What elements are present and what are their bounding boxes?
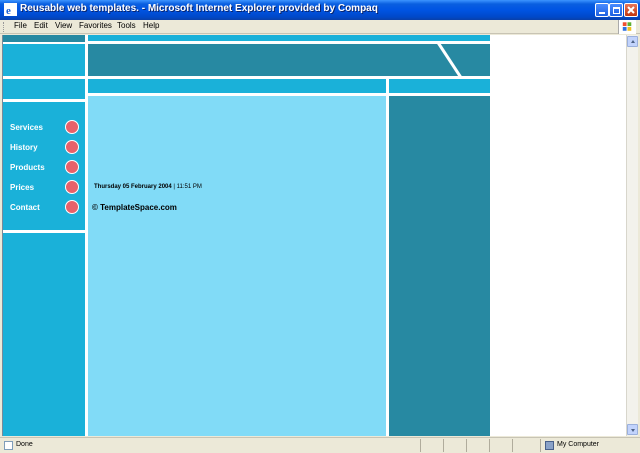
status-bar: Done My Computer — [0, 437, 640, 453]
status-divider — [466, 439, 467, 452]
left-bottom-block — [3, 233, 85, 436]
menu-help[interactable]: Help — [143, 21, 159, 30]
scroll-up-button[interactable] — [627, 36, 638, 47]
nav-services-bullet-icon[interactable] — [65, 120, 79, 134]
nav-products-bullet-icon[interactable] — [65, 160, 79, 174]
menu-grip[interactable] — [3, 22, 6, 32]
status-divider — [512, 439, 513, 452]
browser-window: e Reusable web templates. - Microsoft In… — [0, 0, 640, 453]
left-banner-block — [3, 44, 85, 76]
maximize-icon — [613, 7, 620, 14]
status-divider — [489, 439, 490, 452]
menu-bar: File Edit View Favorites Tools Help — [0, 20, 640, 34]
status-text: Done — [16, 441, 33, 448]
nav-history-bullet-icon[interactable] — [65, 140, 79, 154]
current-date: Thursday 05 February 2004 — [94, 184, 172, 190]
date-separator: | — [173, 184, 175, 190]
vertical-scrollbar[interactable] — [626, 35, 638, 436]
left-strip-block — [3, 79, 85, 99]
arrow-down-icon — [631, 429, 635, 432]
security-zone: My Computer — [557, 441, 600, 448]
status-divider — [540, 439, 541, 452]
status-divider — [420, 439, 421, 452]
subheader-strip — [88, 79, 386, 93]
status-divider — [443, 439, 444, 452]
window-title: Reusable web templates. - Microsoft Inte… — [20, 3, 378, 14]
close-icon — [627, 6, 635, 14]
page-viewport: Services History Products Prices Contact… — [2, 35, 626, 436]
ie-icon: e — [4, 3, 17, 16]
maximize-button[interactable] — [609, 3, 623, 17]
current-time: 11:51 PM — [176, 184, 202, 190]
minimize-button[interactable] — [595, 3, 609, 17]
copyright-text: © TemplateSpace.com — [92, 203, 177, 212]
svg-text:e: e — [6, 5, 11, 16]
title-bar[interactable]: e Reusable web templates. - Microsoft In… — [0, 0, 640, 20]
subheader-right-strip — [389, 79, 490, 93]
nav-contact-bullet-icon[interactable] — [65, 200, 79, 214]
nav-services[interactable]: Services — [10, 123, 43, 132]
nav-prices[interactable]: Prices — [10, 183, 34, 192]
windows-logo-icon — [618, 20, 636, 34]
page-done-icon — [4, 441, 13, 450]
left-header-block — [3, 35, 85, 42]
menu-edit[interactable]: Edit — [34, 21, 48, 30]
nav-prices-bullet-icon[interactable] — [65, 180, 79, 194]
nav-history[interactable]: History — [10, 143, 38, 152]
scroll-down-button[interactable] — [627, 424, 638, 435]
menu-tools[interactable]: Tools — [117, 21, 136, 30]
menu-view[interactable]: View — [55, 21, 72, 30]
main-content-area — [88, 96, 386, 436]
computer-icon — [545, 441, 554, 450]
right-sidebar — [389, 96, 490, 436]
date-time-line: Thursday 05 February 2004 | 11:51 PM — [94, 184, 202, 190]
menu-file[interactable]: File — [14, 21, 27, 30]
arrow-up-icon — [631, 40, 635, 43]
nav-contact[interactable]: Contact — [10, 203, 40, 212]
nav-products[interactable]: Products — [10, 163, 45, 172]
close-button[interactable] — [624, 3, 638, 17]
minimize-icon — [599, 12, 605, 14]
menu-favorites[interactable]: Favorites — [79, 21, 112, 30]
